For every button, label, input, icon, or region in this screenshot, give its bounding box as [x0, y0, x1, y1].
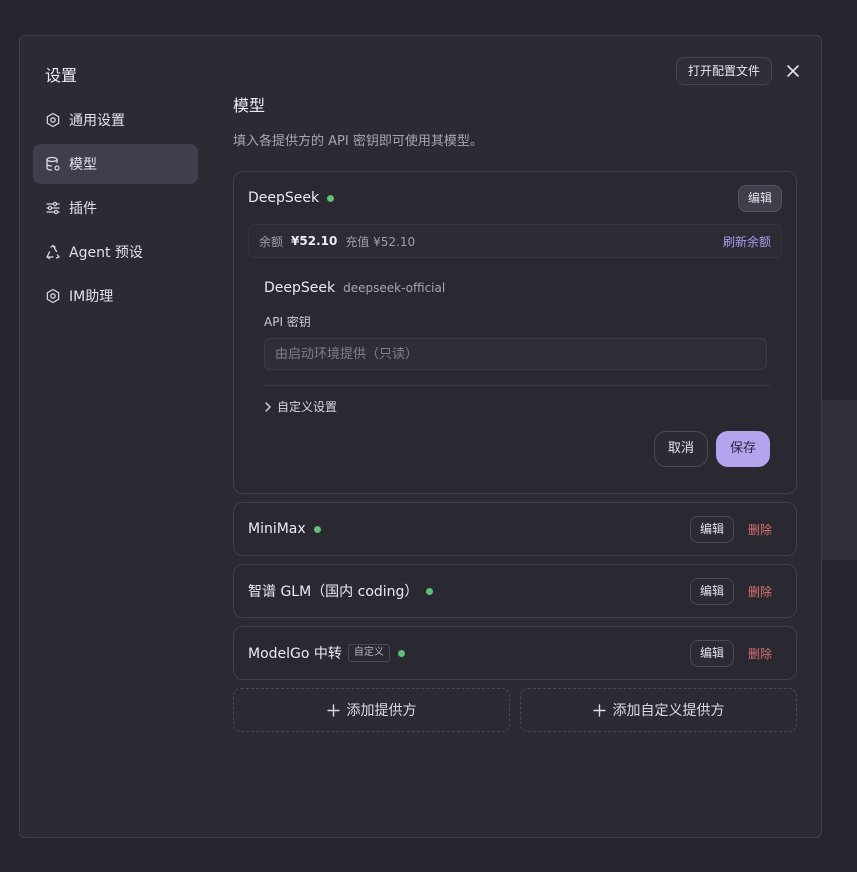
add-provider-label: 添加提供方 [346, 703, 417, 719]
sidebar-item-label: IM助理 [69, 289, 114, 305]
add-custom-provider-label: 添加自定义提供方 [612, 703, 725, 719]
add-provider-button[interactable]: 添加提供方 [233, 688, 510, 732]
settings-modal: 设置 打开配置文件 通用设置 模型 插件 Agent 预设 IM助理 模型 填入… [19, 35, 822, 838]
status-dot [397, 649, 405, 657]
delete-button[interactable]: 删除 [748, 521, 772, 538]
close-icon [787, 65, 799, 77]
sidebar-item-models[interactable]: 模型 [33, 144, 198, 184]
custom-tag: 自定义 [347, 644, 390, 662]
sidebar-item-agent-presets[interactable]: Agent 预设 [33, 232, 198, 272]
custom-settings-toggle[interactable]: 自定义设置 [264, 398, 766, 415]
custom-settings-label: 自定义设置 [277, 400, 338, 414]
form-provider-name: DeepSeek [264, 280, 336, 296]
sidebar-item-plugins[interactable]: 插件 [33, 188, 198, 228]
plus-icon [592, 703, 606, 717]
sidebar-item-label: 模型 [69, 157, 97, 173]
balance-label: 余额 [259, 234, 284, 249]
recycle-icon [45, 244, 61, 260]
delete-button[interactable]: 删除 [748, 645, 772, 662]
edit-button[interactable]: 编辑 [689, 639, 734, 667]
gear-icon [45, 112, 61, 128]
sidebar-item-label: 插件 [69, 201, 97, 217]
page-description: 填入各提供方的 API 密钥即可使用其模型。 [233, 134, 483, 149]
background-window [820, 400, 857, 560]
provider-card-header: MiniMax 编辑 删除 [234, 503, 796, 555]
refresh-balance-link[interactable]: 刷新余额 [723, 233, 771, 250]
provider-card-header: DeepSeek 编辑 [234, 172, 796, 224]
models-panel: 模型 填入各提供方的 API 密钥即可使用其模型。 DeepSeek 编辑 余额… [233, 92, 797, 732]
provider-name: 智谱 GLM（国内 coding） [248, 584, 419, 600]
close-button[interactable] [782, 60, 804, 82]
status-dot [313, 525, 321, 533]
balance-value: ¥52.10 [291, 234, 338, 248]
api-key-label: API 密钥 [264, 315, 311, 329]
sidebar-item-label: Agent 预设 [69, 245, 143, 261]
api-key-input[interactable] [264, 338, 767, 370]
provider-card-zhipu-glm: 智谱 GLM（国内 coding） 编辑 删除 [233, 564, 797, 618]
status-dot [426, 587, 434, 595]
balance-bar: 余额 ¥52.10 充值 ¥52.10 刷新余额 [248, 224, 782, 258]
edit-button[interactable]: 编辑 [689, 577, 734, 605]
form-provider-id: deepseek-official [343, 281, 446, 295]
page-title: 模型 [233, 96, 266, 115]
sidebar-item-im-assistant[interactable]: IM助理 [33, 276, 198, 316]
sliders-icon [45, 200, 61, 216]
open-config-file-button[interactable]: 打开配置文件 [676, 57, 773, 85]
settings-sidebar: 通用设置 模型 插件 Agent 预设 IM助理 [33, 100, 198, 320]
provider-card-minimax: MiniMax 编辑 删除 [233, 502, 797, 556]
plus-icon [326, 703, 340, 717]
status-dot [327, 194, 335, 202]
add-provider-row: 添加提供方 添加自定义提供方 [233, 688, 797, 732]
add-custom-provider-button[interactable]: 添加自定义提供方 [520, 688, 797, 732]
provider-name: ModelGo 中转 [248, 646, 342, 662]
gear-icon [45, 288, 61, 304]
provider-card-header: ModelGo 中转 自定义 编辑 删除 [234, 627, 796, 679]
delete-button[interactable]: 删除 [748, 583, 772, 600]
provider-name: DeepSeek [248, 190, 320, 206]
sidebar-item-label: 通用设置 [69, 113, 125, 129]
edit-button[interactable]: 编辑 [689, 515, 734, 543]
divider [264, 385, 770, 386]
recharge-amount: 充值 ¥52.10 [345, 234, 416, 249]
edit-button[interactable]: 编辑 [737, 184, 782, 212]
database-icon [45, 156, 61, 172]
provider-card-modelgo: ModelGo 中转 自定义 编辑 删除 [233, 626, 797, 680]
cancel-button[interactable]: 取消 [653, 431, 708, 467]
provider-card-header: 智谱 GLM（国内 coding） 编辑 删除 [234, 565, 796, 617]
provider-card-deepseek: DeepSeek 编辑 余额 ¥52.10 充值 ¥52.10 刷新余额 Dee… [233, 171, 797, 494]
save-button[interactable]: 保存 [715, 431, 770, 467]
provider-name: MiniMax [248, 521, 306, 537]
provider-edit-form: DeepSeek deepseek-official API 密钥 自定义设置 … [234, 258, 796, 493]
modal-title: 设置 [45, 66, 78, 85]
sidebar-item-general[interactable]: 通用设置 [33, 100, 198, 140]
chevron-right-icon [265, 401, 271, 412]
